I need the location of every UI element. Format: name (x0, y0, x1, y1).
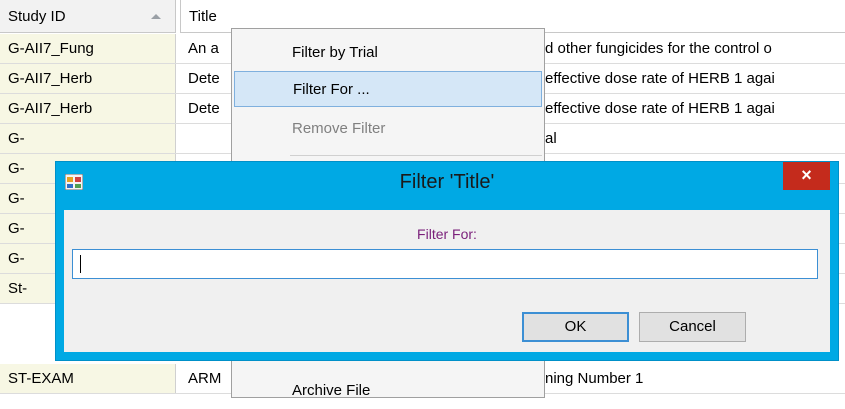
column-header-title-label: Title (189, 8, 217, 25)
menu-item-remove-filter[interactable]: Remove Filter (234, 111, 542, 147)
cell-study-id[interactable]: ST-EXAM (0, 364, 176, 393)
dialog-body: Filter For: OK Cancel (64, 210, 830, 352)
cell-study-id[interactable]: G-AII7_Herb (0, 64, 176, 93)
close-icon[interactable]: × (783, 162, 830, 190)
menu-separator (290, 155, 542, 156)
menu-item-archive-file[interactable]: Archive File (234, 373, 542, 409)
cell-title-right[interactable]: al (545, 124, 845, 153)
cell-title-left[interactable] (180, 124, 231, 153)
filter-dialog: Filter 'Title' × Filter For: OK Cancel (55, 161, 839, 361)
cell-study-id[interactable]: G-AII7_Fung (0, 34, 176, 63)
menu-item-filter-by-trial[interactable]: Filter by Trial (234, 35, 542, 71)
dialog-title: Filter 'Title' (399, 171, 495, 193)
filter-for-label: Filter For: (417, 226, 477, 242)
cell-title-left[interactable]: An a (180, 34, 231, 63)
menu-item-filter-for[interactable]: Filter For ... (234, 71, 542, 107)
cell-title-right[interactable]: effective dose rate of HERB 1 agai (545, 64, 845, 93)
cell-study-id[interactable]: G-AII7_Herb (0, 94, 176, 123)
column-header-study-id[interactable]: Study ID (0, 0, 176, 33)
text-caret (80, 255, 81, 273)
column-header-study-id-label: Study ID (8, 8, 66, 25)
cell-title-left[interactable]: ARM (180, 364, 231, 393)
cell-title-left[interactable]: Dete (180, 64, 231, 93)
cancel-button[interactable]: Cancel (639, 312, 746, 342)
cell-study-id[interactable]: G- (0, 124, 176, 153)
cell-title-right[interactable]: d other fungicides for the control o (545, 34, 845, 63)
filter-input[interactable] (72, 249, 818, 279)
ok-button[interactable]: OK (522, 312, 629, 342)
cell-title-right[interactable]: effective dose rate of HERB 1 agai (545, 94, 845, 123)
cell-title-right[interactable]: ning Number 1 (545, 364, 845, 393)
cell-title-left[interactable]: Dete (180, 94, 231, 123)
sort-ascending-icon (151, 14, 161, 19)
